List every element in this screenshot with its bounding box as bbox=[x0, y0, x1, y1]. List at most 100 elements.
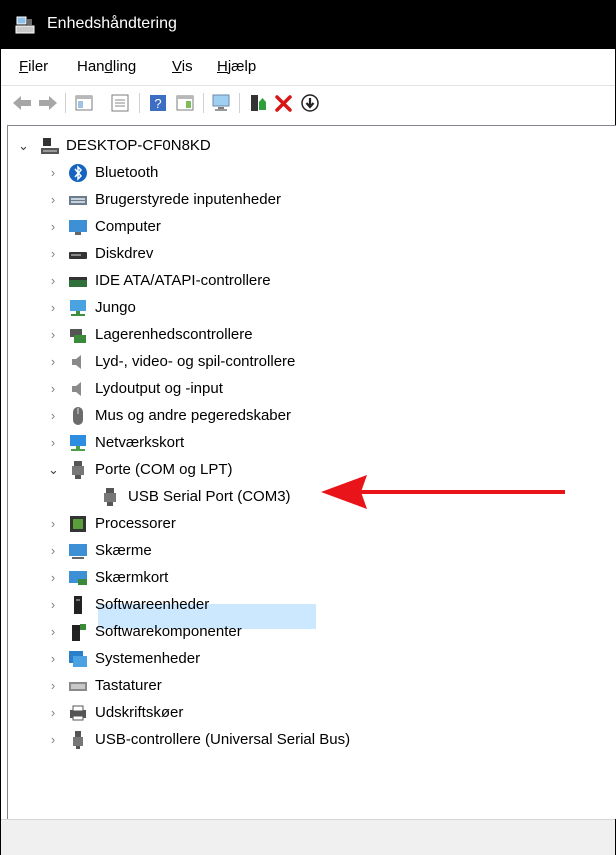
monitor-scan-icon[interactable] bbox=[211, 92, 233, 114]
update-driver-icon[interactable] bbox=[247, 92, 269, 114]
action-pane-icon[interactable] bbox=[174, 92, 196, 114]
tree-category-label: Systemenheder bbox=[95, 650, 201, 667]
computer-host-icon bbox=[41, 138, 59, 154]
bluetooth-icon bbox=[69, 164, 87, 182]
tree-category-label: Softwareenheder bbox=[95, 596, 210, 613]
tree-category-row[interactable]: › Systemenheder bbox=[8, 647, 608, 671]
disk-drive-icon bbox=[69, 252, 87, 259]
port-icon bbox=[72, 461, 84, 479]
toolbar-separator bbox=[239, 93, 240, 113]
menu-bar: Filer Handling Vis Hjælp bbox=[1, 49, 615, 85]
collapse-chevron-icon[interactable]: ⌄ bbox=[48, 463, 59, 477]
expand-chevron-icon[interactable]: › bbox=[48, 571, 58, 585]
tree-category-row[interactable]: › Skærme bbox=[8, 539, 608, 563]
expand-chevron-icon[interactable]: › bbox=[48, 679, 58, 693]
keyboard-icon bbox=[69, 682, 87, 691]
forward-icon[interactable] bbox=[37, 92, 59, 114]
collapse-chevron-icon[interactable]: ⌄ bbox=[18, 139, 29, 153]
device-label: USB Serial Port (COM3) bbox=[128, 488, 291, 505]
tree-category-row[interactable]: › Lyd-, video- og spil-controllere bbox=[8, 350, 608, 374]
tree-category-row[interactable]: › Processorer bbox=[8, 512, 608, 536]
tree-category-label: Processorer bbox=[95, 515, 176, 532]
properties-pane-icon[interactable] bbox=[73, 92, 95, 114]
sound-icon bbox=[72, 355, 81, 369]
tree-root[interactable]: ⌄ DESKTOP-CF0N8KD bbox=[8, 134, 608, 158]
tree-category-row[interactable]: › Tastaturer bbox=[8, 674, 608, 698]
tree-category-row[interactable]: › Lagerenhedscontrollere bbox=[8, 323, 608, 347]
toolbar: ? bbox=[1, 86, 615, 120]
uninstall-icon[interactable] bbox=[273, 92, 295, 114]
tree-category-row[interactable]: › Jungo bbox=[8, 296, 608, 320]
tree-category-row[interactable]: › Brugerstyrede inputenheder bbox=[8, 188, 608, 212]
network-device-icon bbox=[70, 300, 86, 316]
audio-io-icon bbox=[72, 382, 81, 396]
window-title: Enhedshåndtering bbox=[47, 15, 177, 32]
tree-category-row[interactable]: › Softwareenheder bbox=[8, 593, 608, 617]
storage-controller-icon bbox=[70, 329, 86, 343]
tree-category-row[interactable]: › Bluetooth bbox=[8, 161, 608, 185]
expand-chevron-icon[interactable]: › bbox=[48, 247, 58, 261]
tree-category-row[interactable]: › USB-controllere (Universal Serial Bus) bbox=[8, 728, 608, 752]
expand-chevron-icon[interactable]: › bbox=[48, 355, 58, 369]
expand-chevron-icon[interactable]: › bbox=[48, 274, 58, 288]
tree-category-label: Bluetooth bbox=[95, 164, 159, 181]
title-bar: Enhedshåndtering bbox=[1, 1, 615, 49]
expand-chevron-icon[interactable]: › bbox=[48, 598, 58, 612]
tree-category-row[interactable]: › Udskriftskøer bbox=[8, 701, 608, 725]
expand-chevron-icon[interactable]: › bbox=[48, 166, 58, 180]
expand-chevron-icon[interactable]: › bbox=[48, 733, 58, 747]
menu-file[interactable]: Filer bbox=[19, 58, 48, 75]
expand-chevron-icon[interactable]: › bbox=[48, 301, 58, 315]
tree-category-label: Lydoutput og -input bbox=[95, 380, 223, 397]
software-device-icon bbox=[74, 596, 82, 614]
tree-category-row[interactable]: › Mus og andre pegeredskaber bbox=[8, 404, 608, 428]
root-label: DESKTOP-CF0N8KD bbox=[66, 137, 211, 154]
usb-controller-icon bbox=[73, 731, 83, 749]
menu-action[interactable]: Handling bbox=[77, 58, 136, 75]
tree-category-label: Brugerstyrede inputenheder bbox=[95, 191, 281, 208]
toolbar-separator bbox=[65, 93, 66, 113]
print-queue-icon bbox=[70, 705, 86, 721]
expand-chevron-icon[interactable]: › bbox=[48, 517, 58, 531]
tree-category-label: Tastaturer bbox=[95, 677, 162, 694]
expand-chevron-icon[interactable]: › bbox=[48, 328, 58, 342]
expand-chevron-icon[interactable]: › bbox=[48, 193, 58, 207]
tree-category-row[interactable]: › IDE ATA/ATAPI-controllere bbox=[8, 269, 608, 293]
tree-category-row[interactable]: › Softwarekomponenter bbox=[8, 620, 608, 644]
disable-device-icon[interactable] bbox=[299, 92, 321, 114]
tree-category-label: Lagerenhedscontrollere bbox=[95, 326, 253, 343]
mouse-icon bbox=[73, 407, 83, 425]
tree-category-row[interactable]: › Netværkskort bbox=[8, 431, 608, 455]
expand-chevron-icon[interactable]: › bbox=[48, 436, 58, 450]
expand-chevron-icon[interactable]: › bbox=[48, 706, 58, 720]
system-device-icon bbox=[69, 651, 87, 667]
expand-chevron-icon[interactable]: › bbox=[48, 220, 58, 234]
expand-chevron-icon[interactable]: › bbox=[48, 544, 58, 558]
expand-chevron-icon[interactable]: › bbox=[48, 625, 58, 639]
port-device-icon bbox=[104, 488, 116, 506]
tree-category-label: Diskdrev bbox=[95, 245, 154, 262]
tree-category-label: Softwarekomponenter bbox=[95, 623, 242, 640]
tree-category-row[interactable]: › Diskdrev bbox=[8, 242, 608, 266]
display-adapter-icon bbox=[69, 571, 87, 585]
expand-chevron-icon[interactable]: › bbox=[48, 652, 58, 666]
tree-category-row[interactable]: › Lydoutput og -input bbox=[8, 377, 608, 401]
help-icon[interactable]: ? bbox=[147, 92, 169, 114]
expand-chevron-icon[interactable]: › bbox=[48, 409, 58, 423]
tree-category-row[interactable]: › Skærmkort bbox=[8, 566, 608, 590]
tree-category-label: Jungo bbox=[95, 299, 136, 316]
ide-controller-icon bbox=[69, 277, 87, 287]
tree-category-row[interactable]: › Computer bbox=[8, 215, 608, 239]
tree-category-label: Udskriftskøer bbox=[95, 704, 184, 721]
expand-chevron-icon[interactable]: › bbox=[48, 382, 58, 396]
toolbar-separator bbox=[203, 93, 204, 113]
network-adapter-icon bbox=[70, 435, 86, 451]
back-icon[interactable] bbox=[11, 92, 33, 114]
svg-text:?: ? bbox=[154, 96, 161, 111]
device-manager-app-icon bbox=[15, 16, 35, 34]
menu-view[interactable]: Vis bbox=[172, 58, 193, 75]
menu-help[interactable]: Hjælp bbox=[217, 58, 256, 75]
show-hide-icon[interactable] bbox=[109, 92, 131, 114]
tree-category-label: Computer bbox=[95, 218, 161, 235]
monitor-icon bbox=[69, 544, 87, 559]
